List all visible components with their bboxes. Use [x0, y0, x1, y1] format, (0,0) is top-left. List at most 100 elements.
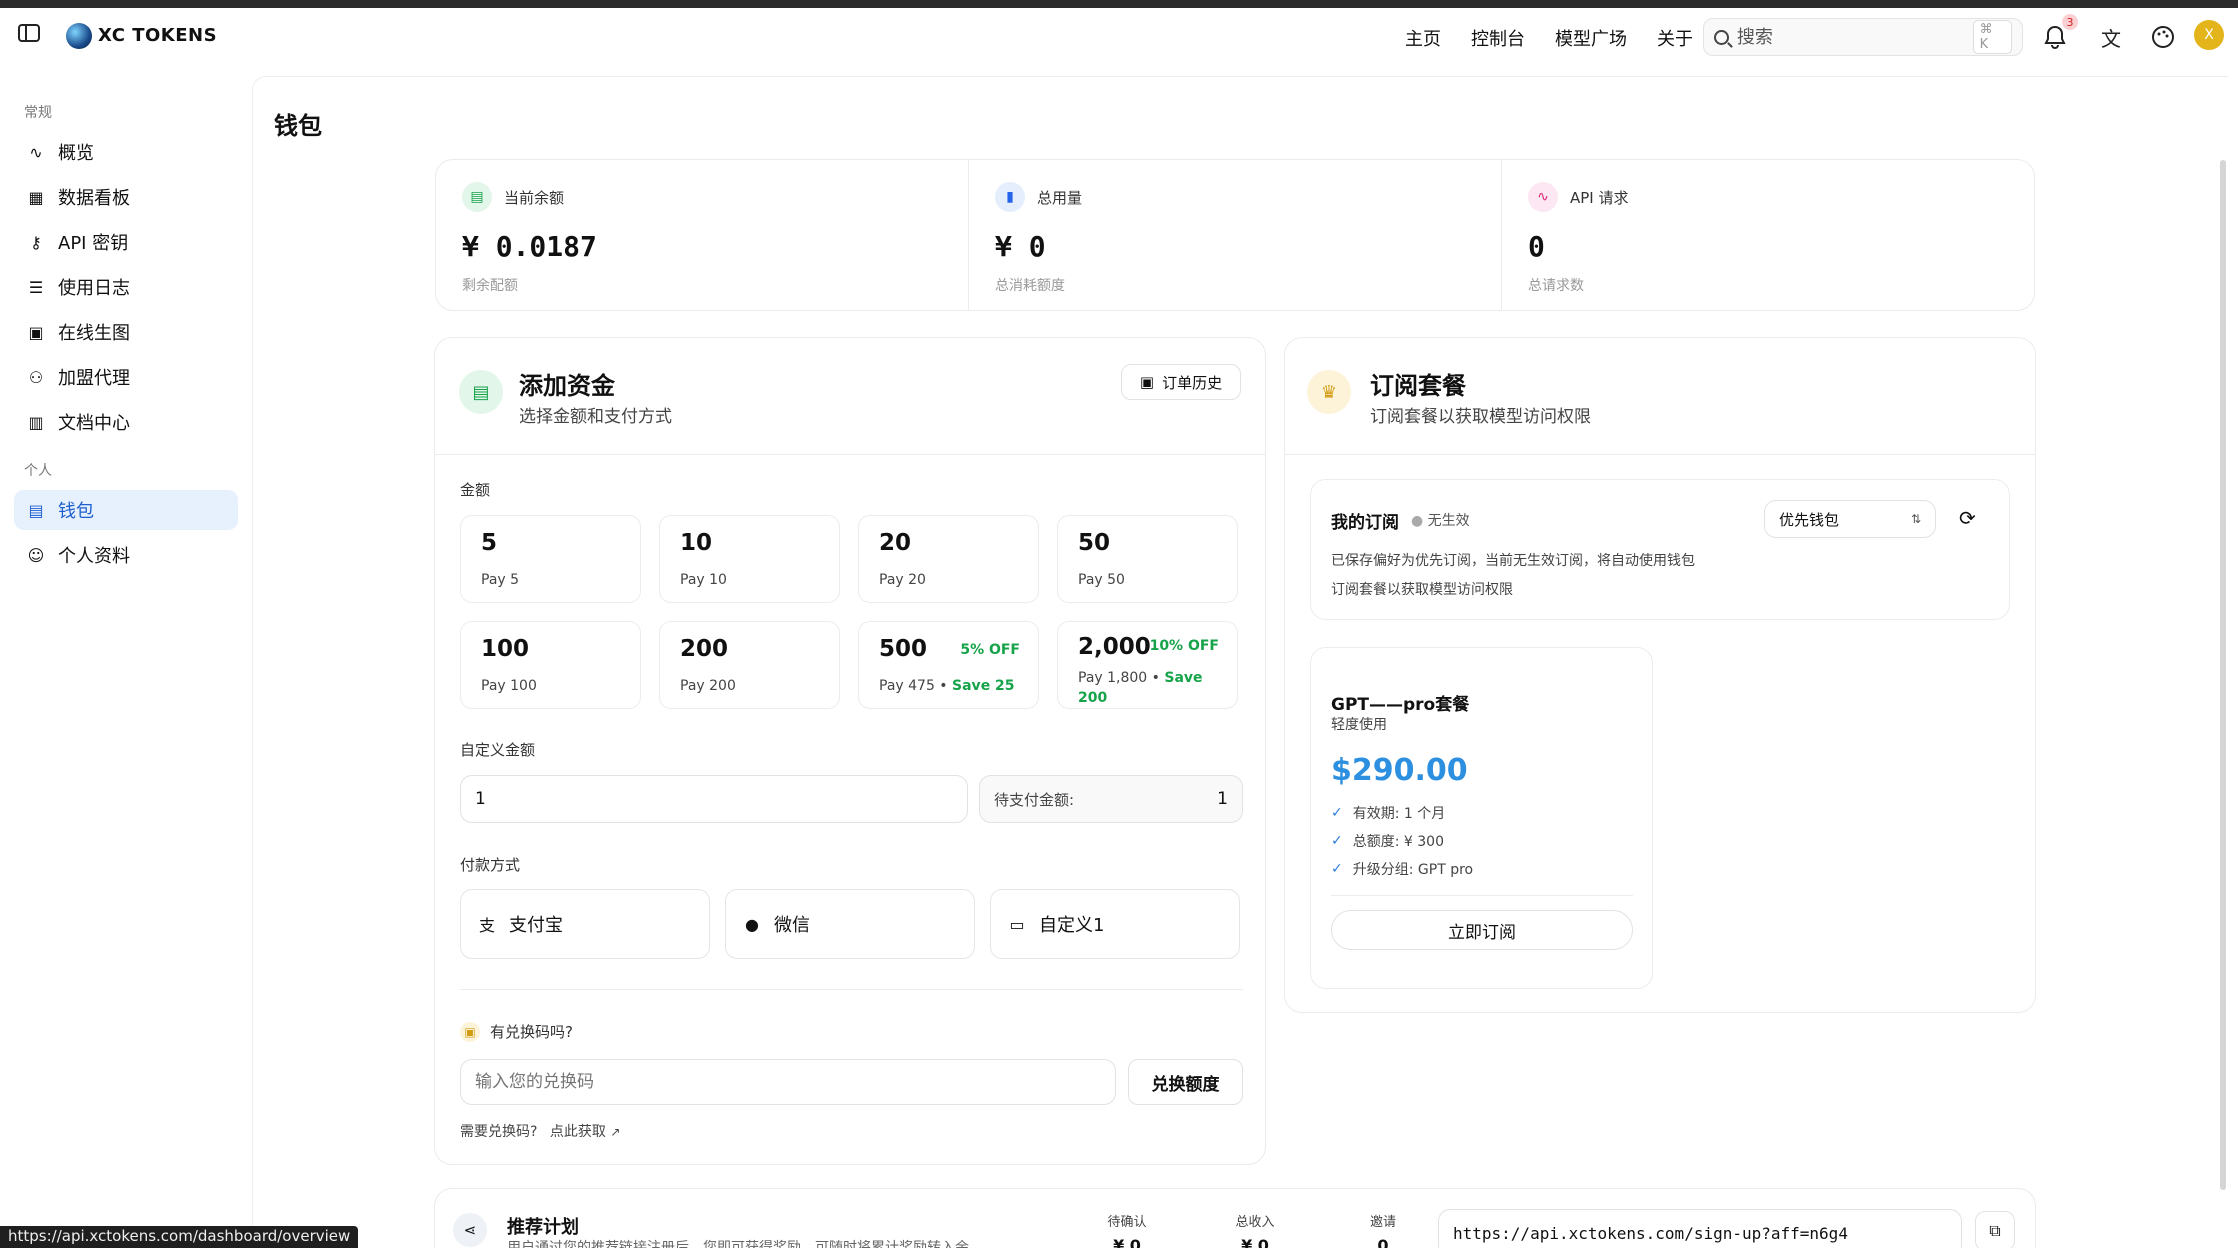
refresh-icon[interactable]: ⟳	[1959, 506, 1976, 530]
sidebar-section-personal: 个人	[24, 463, 52, 479]
sidebar-item-api-keys[interactable]: ⚷ API 密钥	[14, 222, 238, 262]
discount-badge: 10% OFF	[1149, 638, 1219, 654]
redeem-button[interactable]: 兑换额度	[1128, 1059, 1243, 1105]
amount-option-500[interactable]: 500 5% OFF Pay 475 • Save 25	[858, 621, 1039, 709]
amount-option-10[interactable]: 10 Pay 10	[659, 515, 840, 603]
user-icon: ☺	[27, 545, 45, 565]
subscription-status: ● 无生效	[1411, 513, 1470, 529]
discount-badge: 5% OFF	[960, 642, 1020, 658]
sidebar-item-dashboard[interactable]: ▦ 数据看板	[14, 177, 238, 217]
nav-about[interactable]: 关于	[1657, 25, 1693, 51]
translate-icon[interactable]: 文	[2096, 22, 2126, 52]
sidebar-item-affiliate[interactable]: ⚇ 加盟代理	[14, 357, 238, 397]
nav-home[interactable]: 主页	[1405, 25, 1441, 51]
search-input[interactable]	[1736, 26, 1965, 48]
check-icon: ✓	[1331, 833, 1343, 849]
sidebar-item-profile[interactable]: ☺ 个人资料	[14, 535, 238, 575]
pay-custom-button[interactable]: ▭ 自定义1	[990, 889, 1240, 959]
sidebar-item-wallet[interactable]: ▤ 钱包	[14, 490, 238, 530]
amount-option-20[interactable]: 20 Pay 20	[858, 515, 1039, 603]
alipay-icon: 支	[478, 916, 495, 935]
sidebar-item-image-gen[interactable]: ▣ 在线生图	[14, 312, 238, 352]
get-code-link[interactable]: 点此获取	[550, 1124, 606, 1140]
subscription-title: 订阅套餐	[1370, 372, 1466, 400]
nav-console[interactable]: 控制台	[1471, 25, 1525, 51]
sidebar-item-overview[interactable]: ∿ 概览	[14, 132, 238, 172]
palette-icon[interactable]	[2148, 22, 2178, 52]
wallet-preference-select[interactable]: 优先钱包 ⇅	[1764, 500, 1936, 538]
referral-stat-income: 总收入 ¥ 0	[1235, 1215, 1275, 1248]
stat-usage: ▮ 总用量 ¥ 0 总消耗额度	[969, 160, 1502, 310]
stat-sub: 总请求数	[1528, 278, 1584, 294]
search-box[interactable]: ⌘ K	[1703, 18, 2023, 56]
search-icon	[1714, 29, 1729, 45]
wallet-icon: ▤	[462, 182, 492, 212]
subscribe-button[interactable]: 立即订阅	[1331, 910, 1633, 950]
copy-icon[interactable]: ⧉	[1975, 1211, 2015, 1248]
status-bar-url: https://api.xctokens.com/dashboard/overv…	[0, 1226, 359, 1248]
referral-card: ⋖ 推荐计划 用户通过您的推荐链接注册后，您即可获得奖励，可随时将累计奖励转入余…	[434, 1188, 2036, 1248]
my-subscription-title: 我的订阅	[1331, 513, 1399, 533]
amount-option-5[interactable]: 5 Pay 5	[460, 515, 641, 603]
amount-option-50[interactable]: 50 Pay 50	[1057, 515, 1238, 603]
stat-balance: ▤ 当前余额 ¥ 0.0187 剩余配额	[436, 160, 969, 310]
page-title: 钱包	[274, 112, 322, 140]
search-shortcut: ⌘ K	[1972, 20, 2013, 54]
amount-option-2000[interactable]: 2,000 10% OFF Pay 1,800 • Save 200	[1057, 621, 1238, 709]
image-icon: ▣	[28, 322, 44, 342]
brand-logo	[66, 23, 92, 49]
add-funds-desc: 选择金额和支付方式	[519, 407, 672, 427]
plan-card: GPT——pro套餐 轻度使用 $290.00 ✓ 有效期: 1 个月 ✓ 总额度:…	[1310, 647, 1653, 989]
key-icon: ⚷	[30, 232, 42, 252]
subscription-header: ♛ 订阅套餐 订阅套餐以获取模型访问权限	[1285, 338, 2035, 455]
page-scrollbar[interactable]	[2220, 160, 2226, 1190]
amount-option-100[interactable]: 100 Pay 100	[460, 621, 641, 709]
custom-amount-input[interactable]	[460, 775, 968, 823]
window-top-strip	[0, 0, 2238, 8]
pay-wechat-button[interactable]: ● 微信	[725, 889, 975, 959]
top-nav: 主页 控制台 模型广场 关于	[1405, 25, 1693, 51]
my-subscription-panel: 我的订阅 ● 无生效 优先钱包 ⇅ ⟳ 已保存偏好为优先订阅，当前无生效订阅，将…	[1310, 479, 2010, 620]
stat-value: ¥ 0	[995, 230, 1046, 263]
share-icon: ⋖	[453, 1213, 487, 1247]
redeem-code-input[interactable]	[460, 1059, 1116, 1105]
plan-feature: ✓ 总额度: ¥ 300	[1331, 833, 1444, 850]
subscription-note: 已保存偏好为优先订阅，当前无生效订阅，将自动使用钱包	[1331, 553, 1695, 569]
wallet-icon: ▤	[28, 500, 44, 520]
avatar[interactable]: X	[2194, 20, 2224, 50]
gift-icon: ▣	[460, 1021, 480, 1042]
plan-feature: ✓ 有效期: 1 个月	[1331, 805, 1446, 822]
order-history-button[interactable]: ▣ 订单历史	[1121, 364, 1241, 400]
brand-name: XC TOKENS	[98, 25, 218, 46]
users-icon: ⚇	[28, 367, 44, 387]
check-icon: ✓	[1331, 805, 1343, 821]
nav-models[interactable]: 模型广场	[1555, 25, 1627, 51]
add-funds-card: ▤ 添加资金 选择金额和支付方式 ▣ 订单历史 金额 5 Pay 5 10 Pay 1…	[434, 337, 1266, 1165]
stat-value: 0	[1528, 230, 1545, 263]
referral-desc: 用户通过您的推荐链接注册后，您即可获得奖励，可随时将累计奖励转入余...	[507, 1240, 983, 1248]
pending-amount-box: 待支付金额: 1	[979, 775, 1243, 823]
stat-requests: ∿ API 请求 0 总请求数	[1502, 160, 2034, 310]
plan-features: ✓ 有效期: 1 个月 ✓ 总额度: ¥ 300 ✓ 升级分组: GPT pro	[1331, 799, 1473, 883]
payment-method-label: 付款方式	[460, 856, 521, 874]
pending-amount-value: 1	[1217, 789, 1228, 809]
crown-icon: ♛	[1307, 370, 1351, 414]
external-link-icon: ↗	[610, 1125, 621, 1139]
amount-option-200[interactable]: 200 Pay 200	[659, 621, 840, 709]
stat-value: ¥ 0.0187	[462, 230, 597, 263]
sidebar-item-docs[interactable]: ▥ 文档中心	[14, 402, 238, 442]
log-icon: ☰	[28, 277, 44, 297]
wallet-icon: ▤	[459, 370, 503, 414]
subscription-desc: 订阅套餐以获取模型访问权限	[1370, 407, 1591, 427]
divider	[460, 989, 1243, 990]
sidebar-item-logs[interactable]: ☰ 使用日志	[14, 267, 238, 307]
referral-link-field[interactable]: https://api.xctokens.com/sign-up?aff=n6g…	[1438, 1209, 1962, 1248]
book-icon: ▥	[28, 412, 44, 432]
referral-stat-invites: 邀请 0	[1369, 1215, 1396, 1248]
add-funds-header: ▤ 添加资金 选择金额和支付方式 ▣ 订单历史	[435, 338, 1265, 455]
sidebar-toggle-icon[interactable]	[18, 24, 40, 42]
sidebar: 常规 ∿ 概览 ▦ 数据看板 ⚷ API 密钥 ☰ 使用日志 ▣ 在线生图 ⚇ 加盟代理 ▥…	[0, 66, 252, 1248]
pay-alipay-button[interactable]: 支支付宝	[460, 889, 710, 959]
activity-icon: ∿	[29, 142, 43, 162]
plan-feature: ✓ 升级分组: GPT pro	[1331, 861, 1474, 878]
